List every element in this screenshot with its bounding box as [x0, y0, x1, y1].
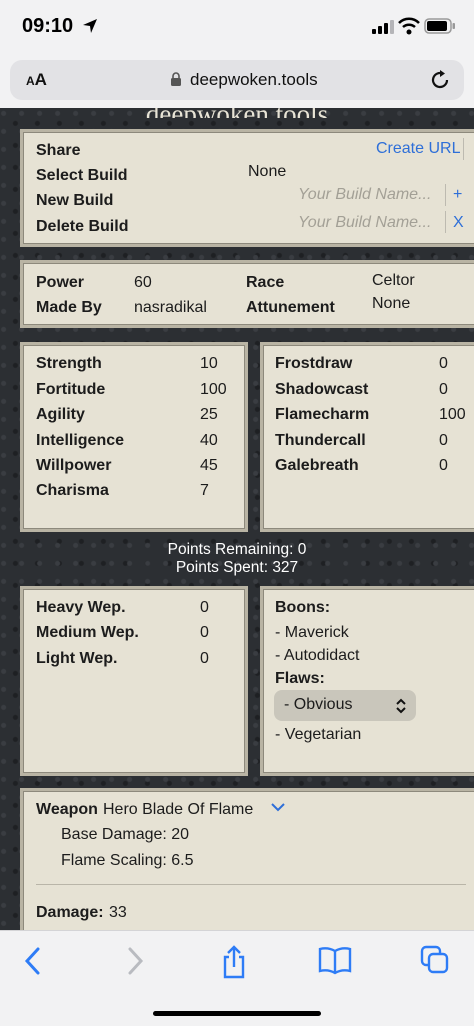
attunement-name: Frostdraw: [275, 355, 353, 372]
lock-icon: [171, 72, 181, 86]
power-label: Power: [36, 274, 85, 291]
made-by-label: Made By: [36, 299, 102, 316]
weapon-stat-value[interactable]: 0: [200, 599, 209, 617]
weapon-name[interactable]: Hero Blade Of Flame: [103, 801, 253, 819]
status-time: 09:10: [22, 15, 74, 37]
stat-name: Charisma: [36, 482, 109, 499]
flaw-item[interactable]: - Vegetarian: [275, 726, 361, 744]
stat-name: Intelligence: [36, 432, 125, 449]
select-build-value[interactable]: None: [248, 163, 286, 181]
attunement-name: Thundercall: [275, 432, 366, 449]
stat-value[interactable]: 45: [200, 457, 218, 475]
share-icon[interactable]: [220, 945, 248, 979]
stat-name: Agility: [36, 406, 85, 423]
boon-item[interactable]: - Autodidact: [275, 647, 360, 665]
stat-name: Strength: [36, 355, 102, 372]
share-label: Share: [36, 142, 81, 159]
points-spent: Points Spent: 327: [175, 559, 299, 576]
points-remaining: Points Remaining: 0: [167, 541, 307, 558]
divider: [463, 138, 464, 160]
new-build-input[interactable]: Your Build Name...: [298, 186, 431, 204]
power-value: 60: [134, 274, 152, 291]
stat-value[interactable]: 40: [200, 432, 218, 450]
add-build-button[interactable]: +: [453, 186, 462, 204]
new-build-label: New Build: [36, 192, 114, 209]
boon-item[interactable]: - Maverick: [275, 624, 349, 642]
location-arrow-icon: [83, 19, 97, 33]
browser-chrome: AA deepwoken.tools: [0, 56, 474, 108]
attunement-name: Galebreath: [275, 457, 359, 474]
weapon-stat-value[interactable]: 0: [200, 624, 209, 642]
battery-icon: [424, 18, 455, 34]
race-value[interactable]: Celtor: [372, 272, 415, 290]
status-bar: 09:10: [0, 0, 474, 56]
made-by-value: nasradikal: [134, 299, 207, 316]
flame-scaling: Flame Scaling: 6.5: [61, 852, 194, 869]
reload-icon[interactable]: [428, 68, 452, 92]
delete-build-button[interactable]: X: [453, 214, 464, 232]
wifi-icon: [398, 17, 420, 35]
weapon-stat-name: Heavy Wep.: [36, 599, 126, 616]
forward-icon[interactable]: [124, 945, 146, 977]
chevron-down-icon[interactable]: [270, 801, 286, 813]
flaw-select-value: - Obvious: [284, 696, 353, 713]
attunement-stat-value[interactable]: 0: [439, 355, 448, 373]
cellular-signal-icon: [372, 20, 394, 34]
stat-value[interactable]: 10: [200, 355, 218, 373]
info-panel: [20, 260, 474, 328]
attunement-label: Attunement: [246, 299, 335, 316]
attunement-stat-value[interactable]: 0: [439, 432, 448, 450]
text-size-button[interactable]: AA: [26, 70, 47, 90]
weapon-label: Weapon: [36, 801, 98, 818]
delete-build-label: Delete Build: [36, 218, 129, 235]
race-label: Race: [246, 274, 285, 291]
attunement-name: Flamecharm: [275, 406, 370, 423]
attunement-stat-value[interactable]: 0: [439, 381, 448, 399]
divider: [36, 884, 466, 885]
bookmarks-icon[interactable]: [318, 945, 352, 975]
delete-build-input[interactable]: Your Build Name...: [298, 214, 431, 232]
attunement-name: Shadowcast: [275, 381, 369, 398]
chevron-updown-icon: [396, 698, 406, 714]
select-build-label: Select Build: [36, 167, 128, 184]
divider: [445, 184, 446, 206]
attunement-stat-value[interactable]: 0: [439, 457, 448, 475]
damage-label: Damage:: [36, 904, 104, 921]
stat-name: Willpower: [36, 457, 112, 474]
boons-label: Boons:: [275, 599, 331, 616]
damage-value: 33: [109, 904, 127, 921]
stat-value[interactable]: 25: [200, 406, 218, 424]
site-title: deepwoken.tools: [0, 108, 474, 118]
stat-value[interactable]: 100: [200, 381, 227, 399]
tabs-icon[interactable]: [420, 945, 450, 975]
address-bar[interactable]: AA deepwoken.tools: [10, 60, 464, 100]
weapon-stat-name: Light Wep.: [36, 650, 118, 667]
divider: [445, 211, 446, 233]
weapon-stat-value[interactable]: 0: [200, 650, 209, 668]
url-text[interactable]: deepwoken.tools: [190, 70, 318, 90]
attunement-value[interactable]: None: [372, 295, 410, 313]
create-url-link[interactable]: Create URL: [376, 140, 460, 158]
attunement-stat-value[interactable]: 100: [439, 406, 466, 424]
flaw-select[interactable]: - Obvious: [274, 690, 416, 721]
stat-value[interactable]: 7: [200, 482, 209, 500]
weapon-stat-name: Medium Wep.: [36, 624, 139, 641]
home-indicator: [153, 1011, 321, 1016]
base-damage: Base Damage: 20: [61, 826, 190, 843]
page-content: deepwoken.tools Share Create URL Select …: [0, 108, 474, 930]
back-icon[interactable]: [22, 945, 44, 977]
stat-name: Fortitude: [36, 381, 106, 398]
flaws-label: Flaws:: [275, 670, 325, 687]
